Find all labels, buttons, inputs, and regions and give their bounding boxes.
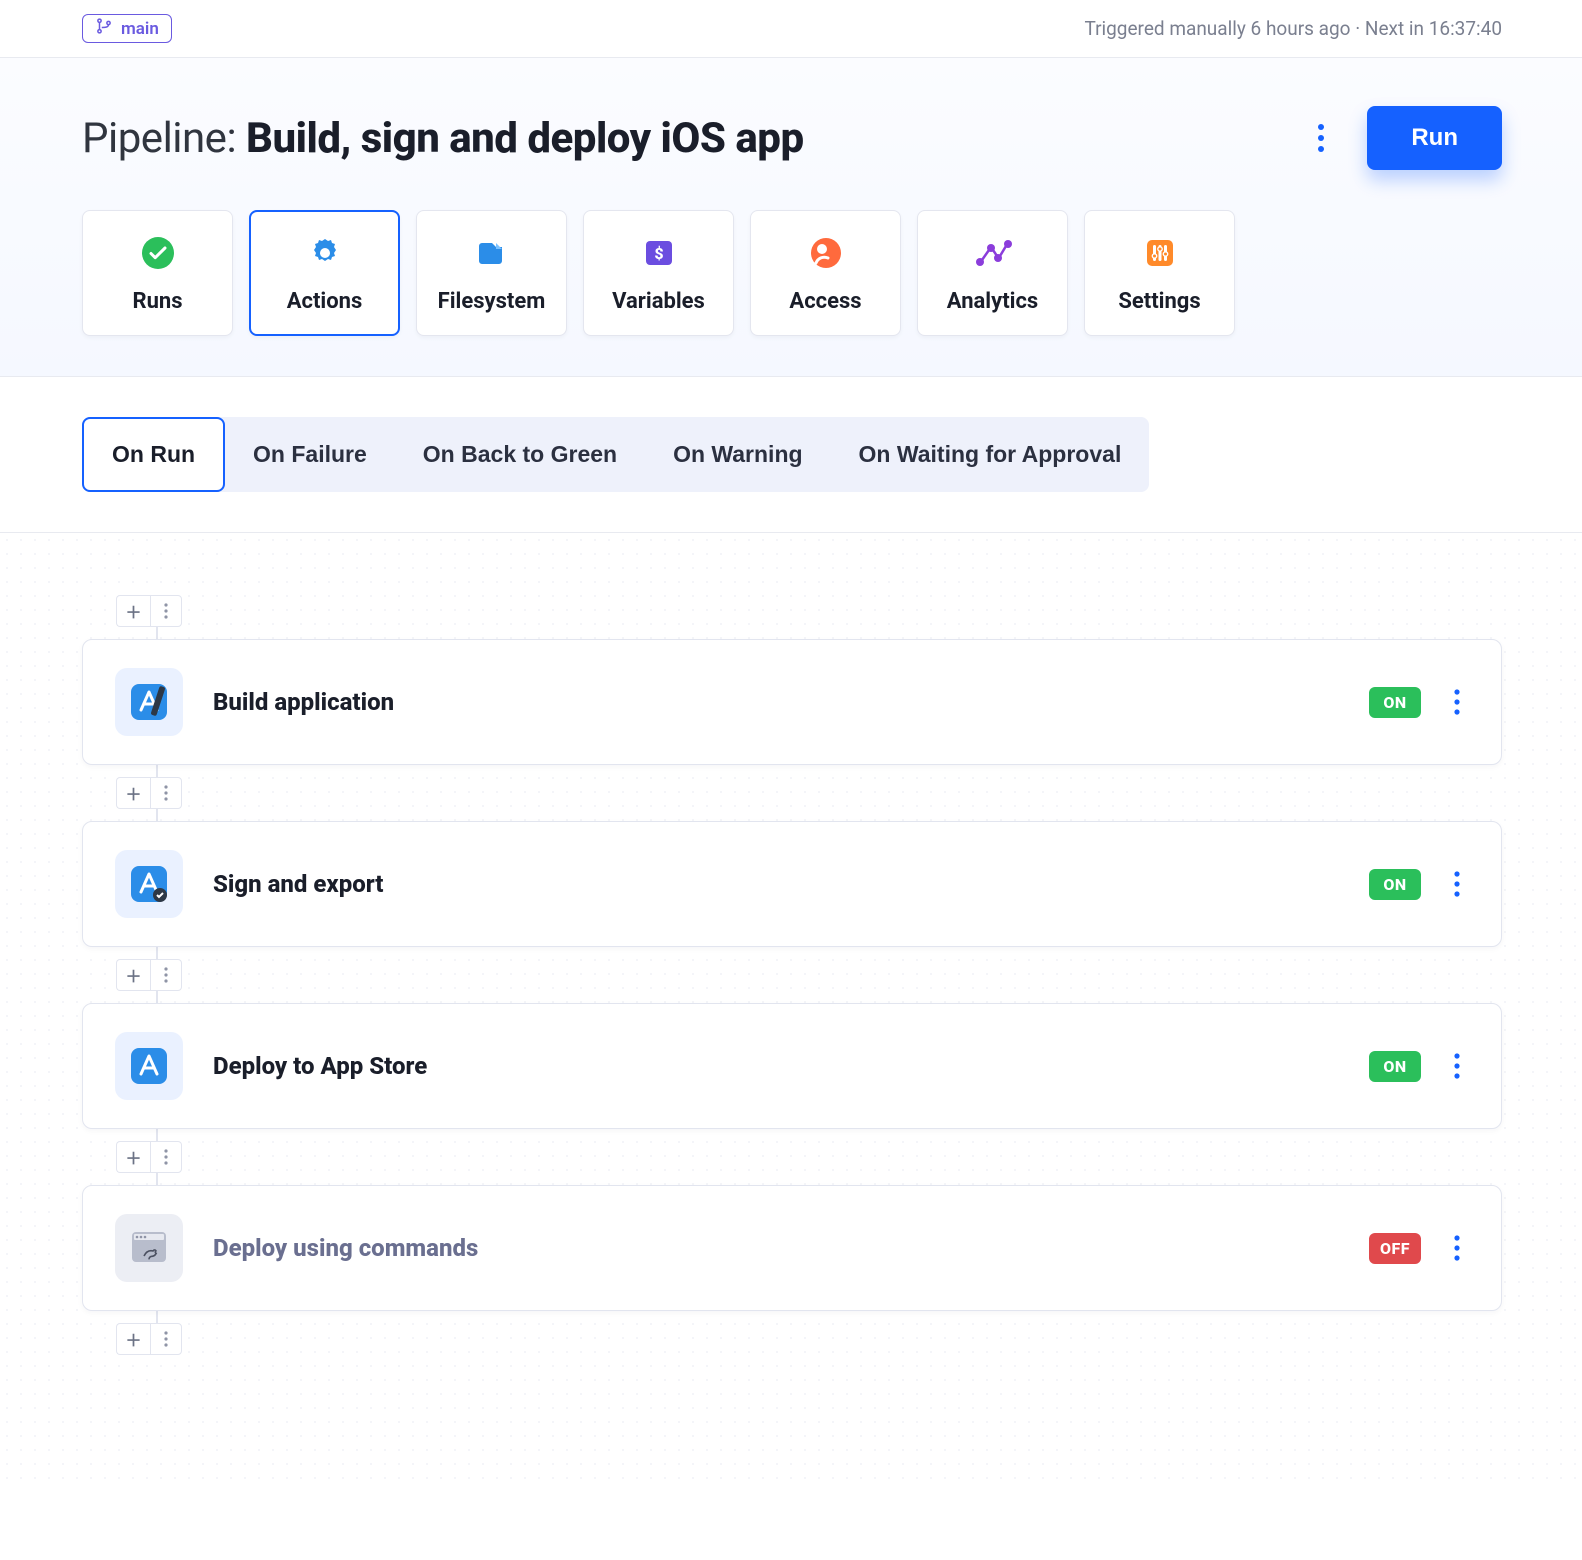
action-type-icon: [115, 850, 183, 918]
branch-name: main: [121, 19, 159, 39]
event-tabs: On RunOn FailureOn Back to GreenOn Warni…: [82, 417, 1149, 492]
insert-action-row: ＋: [116, 595, 1502, 627]
action-title: Build application: [213, 688, 394, 716]
add-action-menu-button[interactable]: [150, 1141, 182, 1173]
add-action-button[interactable]: ＋: [116, 1141, 150, 1173]
settings-icon: [1140, 233, 1180, 273]
insert-action-row: ＋: [116, 777, 1502, 809]
action-toggle[interactable]: ON: [1369, 1051, 1421, 1082]
event-tabs-wrap: On RunOn FailureOn Back to GreenOn Warni…: [0, 377, 1582, 533]
branch-chip[interactable]: main: [82, 14, 172, 43]
add-action-menu-button[interactable]: [150, 595, 182, 627]
kebab-icon: [164, 1331, 168, 1347]
add-action-button[interactable]: ＋: [116, 1323, 150, 1355]
run-button[interactable]: Run: [1367, 106, 1502, 170]
action-type-icon: [115, 668, 183, 736]
action-menu-button[interactable]: [1445, 682, 1469, 722]
kebab-icon: [164, 603, 168, 619]
trigger-info: Triggered manually 6 hours ago · Next in…: [1084, 17, 1502, 40]
kebab-icon: [1453, 1234, 1461, 1262]
add-action-button[interactable]: ＋: [116, 777, 150, 809]
plus-icon: ＋: [125, 1327, 141, 1351]
add-action-button[interactable]: ＋: [116, 595, 150, 627]
svg-text:$: $: [654, 244, 663, 263]
event-tab-on-warning[interactable]: On Warning: [645, 419, 830, 490]
nav-tab-label: Runs: [132, 289, 182, 314]
nav-tab-filesystem[interactable]: Filesystem: [416, 210, 567, 336]
action-type-icon: [115, 1032, 183, 1100]
actions-area: ＋ Build application ON ＋: [0, 533, 1582, 1487]
nav-tab-label: Settings: [1118, 289, 1200, 314]
actions-rail: ＋ Build application ON ＋: [116, 595, 1502, 1355]
kebab-icon: [1453, 688, 1461, 716]
nav-tab-access[interactable]: Access: [750, 210, 901, 336]
analytics-icon: [973, 233, 1013, 273]
kebab-icon: [164, 785, 168, 801]
nav-tab-label: Actions: [287, 289, 363, 314]
kebab-icon: [1453, 1052, 1461, 1080]
action-title: Deploy to App Store: [213, 1052, 427, 1080]
action-type-icon: [115, 1214, 183, 1282]
filesystem-icon: [472, 233, 512, 273]
event-tab-on-run[interactable]: On Run: [82, 417, 225, 492]
plus-icon: ＋: [125, 1145, 141, 1169]
add-action-menu-button[interactable]: [150, 777, 182, 809]
action-card[interactable]: Deploy to App Store ON: [82, 1003, 1502, 1129]
nav-tab-label: Analytics: [947, 289, 1038, 314]
action-menu-button[interactable]: [1445, 1046, 1469, 1086]
action-toggle[interactable]: OFF: [1369, 1233, 1421, 1264]
insert-action-row: ＋: [116, 1141, 1502, 1173]
kebab-icon: [164, 967, 168, 983]
nav-tabs: Runs Actions Filesystem $ Variables Acces…: [82, 210, 1502, 336]
action-card[interactable]: Build application ON: [82, 639, 1502, 765]
runs-icon: [138, 233, 178, 273]
action-card[interactable]: Deploy using commands OFF: [82, 1185, 1502, 1311]
nav-tab-runs[interactable]: Runs: [82, 210, 233, 336]
insert-action-row: ＋: [116, 959, 1502, 991]
action-card[interactable]: Sign and export ON: [82, 821, 1502, 947]
git-branch-icon: [95, 17, 113, 40]
add-action-menu-button[interactable]: [150, 959, 182, 991]
kebab-icon: [1316, 123, 1326, 153]
pipeline-menu-button[interactable]: [1301, 118, 1341, 158]
plus-icon: ＋: [125, 963, 141, 987]
event-tab-on-waiting-for-approval[interactable]: On Waiting for Approval: [831, 419, 1150, 490]
kebab-icon: [1453, 870, 1461, 898]
plus-icon: ＋: [125, 781, 141, 805]
action-menu-button[interactable]: [1445, 1228, 1469, 1268]
action-toggle[interactable]: ON: [1369, 869, 1421, 900]
nav-tab-actions[interactable]: Actions: [249, 210, 400, 336]
action-menu-button[interactable]: [1445, 864, 1469, 904]
add-action-menu-button[interactable]: [150, 1323, 182, 1355]
event-tab-on-failure[interactable]: On Failure: [225, 419, 395, 490]
nav-tab-settings[interactable]: Settings: [1084, 210, 1235, 336]
action-toggle[interactable]: ON: [1369, 687, 1421, 718]
actions-icon: [305, 233, 345, 273]
header: Pipeline: Build, sign and deploy iOS app…: [0, 58, 1582, 377]
insert-action-row: ＋: [116, 1323, 1502, 1355]
add-action-button[interactable]: ＋: [116, 959, 150, 991]
nav-tab-variables[interactable]: $ Variables: [583, 210, 734, 336]
nav-tab-label: Access: [789, 289, 861, 314]
plus-icon: ＋: [125, 599, 141, 623]
action-title: Deploy using commands: [213, 1234, 478, 1262]
variables-icon: $: [639, 233, 679, 273]
action-title: Sign and export: [213, 870, 383, 898]
title-prefix: Pipeline:: [82, 114, 246, 163]
topbar: main Triggered manually 6 hours ago · Ne…: [0, 0, 1582, 58]
access-icon: [806, 233, 846, 273]
nav-tab-analytics[interactable]: Analytics: [917, 210, 1068, 336]
event-tab-on-back-to-green[interactable]: On Back to Green: [395, 419, 645, 490]
nav-tab-label: Filesystem: [438, 289, 546, 314]
nav-tab-label: Variables: [612, 289, 705, 314]
kebab-icon: [164, 1149, 168, 1165]
page-title: Pipeline: Build, sign and deploy iOS app: [82, 114, 804, 163]
title-name: Build, sign and deploy iOS app: [246, 114, 804, 163]
